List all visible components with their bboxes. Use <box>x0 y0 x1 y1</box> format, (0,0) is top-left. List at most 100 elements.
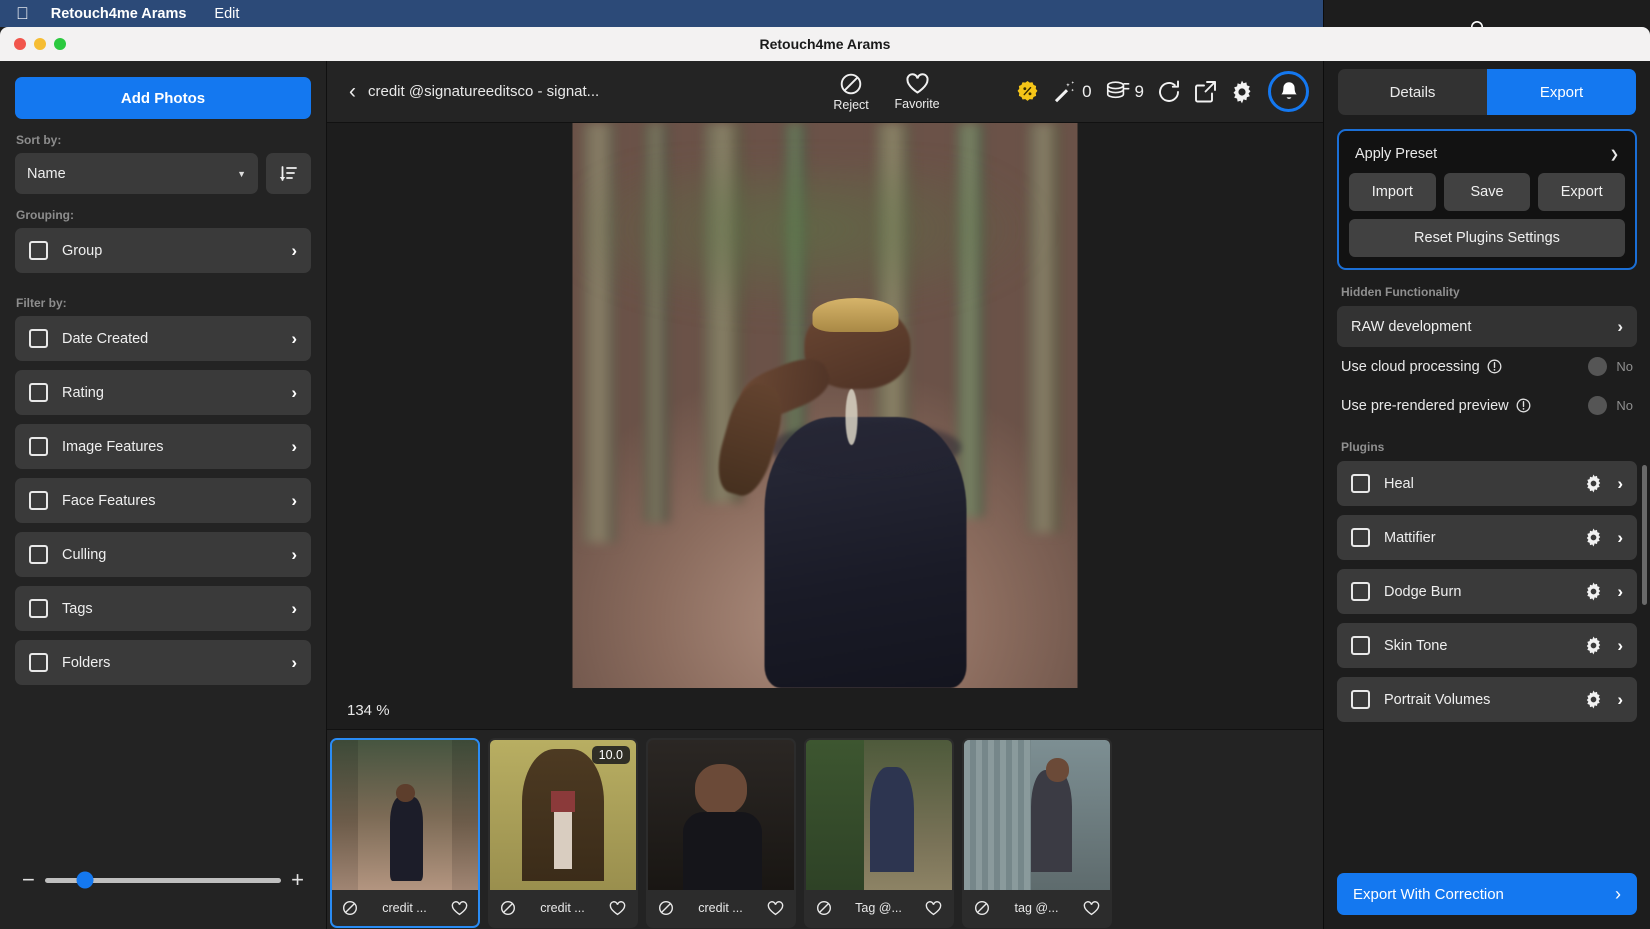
sidebar-item-folders[interactable]: Folders › <box>15 640 311 685</box>
reject-icon[interactable] <box>500 900 516 916</box>
apple-menu-icon[interactable]:  <box>16 5 29 22</box>
chevron-right-icon: › <box>291 436 297 456</box>
reject-icon[interactable] <box>816 900 832 916</box>
heart-icon[interactable] <box>609 900 626 916</box>
filmstrip[interactable]: credit ... 10.0 credit ... credit ... Ta… <box>327 729 1323 929</box>
sidebar-item-rating[interactable]: Rating › <box>15 370 311 415</box>
reject-icon <box>840 73 862 94</box>
preset-save-button[interactable]: Save <box>1443 173 1531 211</box>
use-cloud-processing-row[interactable]: Use cloud processing No <box>1324 347 1650 386</box>
heart-icon[interactable] <box>925 900 942 916</box>
gear-icon[interactable] <box>1584 690 1603 709</box>
heart-icon[interactable] <box>451 900 468 916</box>
open-external-icon[interactable] <box>1194 80 1217 103</box>
preview-image[interactable] <box>572 123 1078 688</box>
checkbox-mattifier[interactable] <box>1351 528 1370 547</box>
chevron-down-icon: ▼ <box>237 168 246 179</box>
checkbox-tags[interactable] <box>29 599 48 618</box>
info-icon[interactable] <box>1487 359 1502 374</box>
grouping-label: Grouping: <box>16 208 74 222</box>
info-icon[interactable] <box>1516 398 1531 413</box>
filmstrip-item[interactable]: credit ... <box>330 738 480 928</box>
gear-icon[interactable] <box>1584 528 1603 547</box>
percent-badge-icon[interactable] <box>1016 80 1039 103</box>
gear-icon[interactable] <box>1584 474 1603 493</box>
chevron-right-icon: › <box>291 490 297 510</box>
checkbox-portrait-volumes[interactable] <box>1351 690 1370 709</box>
reject-icon[interactable] <box>342 900 358 916</box>
filmstrip-item[interactable]: tag @... <box>962 738 1112 928</box>
checkbox-face-features[interactable] <box>29 491 48 510</box>
sort-direction-button[interactable] <box>266 153 311 194</box>
plugins-scrollbar[interactable] <box>1642 465 1647 605</box>
menubar-item-edit[interactable]: Edit <box>214 6 239 22</box>
plugin-label: Portrait Volumes <box>1384 691 1491 708</box>
sort-by-select[interactable]: Name ▼ <box>15 153 258 194</box>
thumbnail-image <box>806 740 952 890</box>
use-pre-rendered-preview-toggle[interactable]: No <box>1588 396 1633 415</box>
sidebar-item-image-features[interactable]: Image Features › <box>15 424 311 469</box>
preset-import-button[interactable]: Import <box>1349 173 1436 211</box>
checkbox-group[interactable] <box>29 241 48 260</box>
sidebar-item-tags[interactable]: Tags › <box>15 586 311 631</box>
export-with-correction-button[interactable]: Export With Correction › <box>1337 873 1637 915</box>
retouch-count[interactable]: 0 <box>1052 80 1092 103</box>
use-cloud-processing-toggle[interactable]: No <box>1588 357 1633 376</box>
heart-icon[interactable] <box>767 900 784 916</box>
filmstrip-item[interactable]: credit ... <box>646 738 796 928</box>
apply-preset-header[interactable]: Apply Preset ❯ <box>1349 141 1625 173</box>
raw-development-row[interactable]: RAW development › <box>1337 306 1637 347</box>
slider-thumb[interactable] <box>76 871 94 889</box>
menubar-app-name[interactable]: Retouch4me Arams <box>51 6 187 22</box>
reject-icon[interactable] <box>974 900 990 916</box>
use-pre-rendered-preview-row[interactable]: Use pre-rendered preview No <box>1324 386 1650 425</box>
plugins-list[interactable]: Heal › Mattifier › Dodge Burn › Skin Ton… <box>1324 461 1650 865</box>
plugin-item-skin-tone[interactable]: Skin Tone › <box>1337 623 1637 668</box>
credits-count[interactable]: 9 <box>1105 80 1144 103</box>
checkbox-skin-tone[interactable] <box>1351 636 1370 655</box>
plugin-item-heal[interactable]: Heal › <box>1337 461 1637 506</box>
checkbox-heal[interactable] <box>1351 474 1370 493</box>
sidebar-item-face-features[interactable]: Face Features › <box>15 478 311 523</box>
gear-icon[interactable] <box>1230 80 1254 104</box>
checkbox-image-features[interactable] <box>29 437 48 456</box>
reject-button[interactable]: Reject <box>818 72 884 112</box>
notifications-button[interactable] <box>1268 71 1309 112</box>
chevron-right-icon: › <box>291 382 297 402</box>
tab-export[interactable]: Export <box>1487 69 1636 115</box>
gear-icon[interactable] <box>1584 582 1603 601</box>
reset-plugins-settings-button[interactable]: Reset Plugins Settings <box>1349 219 1625 257</box>
checkbox-culling[interactable] <box>29 545 48 564</box>
chevron-right-icon: › <box>1617 581 1623 601</box>
back-button[interactable]: ‹ <box>341 80 368 104</box>
plugin-item-dodge-burn[interactable]: Dodge Burn › <box>1337 569 1637 614</box>
tab-details[interactable]: Details <box>1338 69 1487 115</box>
apply-preset-panel: Apply Preset ❯ Import Save Export Reset … <box>1337 129 1637 270</box>
preset-export-button[interactable]: Export <box>1538 173 1626 211</box>
checkbox-date-created[interactable] <box>29 329 48 348</box>
plugin-item-portrait-volumes[interactable]: Portrait Volumes › <box>1337 677 1637 722</box>
filmstrip-item[interactable]: Tag @... <box>804 738 954 928</box>
plugin-item-mattifier[interactable]: Mattifier › <box>1337 515 1637 560</box>
filmstrip-item[interactable]: 10.0 credit ... <box>488 738 638 928</box>
image-canvas[interactable]: 134 % <box>327 123 1323 729</box>
sidebar-item-culling[interactable]: Culling › <box>15 532 311 577</box>
chevron-right-icon: › <box>1617 473 1623 493</box>
minus-icon[interactable]: − <box>22 869 35 891</box>
sidebar-item-date-created[interactable]: Date Created › <box>15 316 311 361</box>
sidebar-item-group[interactable]: Group › <box>15 228 311 273</box>
add-photos-button[interactable]: Add Photos <box>15 77 311 119</box>
reject-icon[interactable] <box>658 900 674 916</box>
heart-icon <box>906 73 929 94</box>
checkbox-folders[interactable] <box>29 653 48 672</box>
favorite-button[interactable]: Favorite <box>884 72 950 111</box>
thumbnail-size-slider[interactable] <box>44 871 282 889</box>
gear-icon[interactable] <box>1584 636 1603 655</box>
plugin-label: Dodge Burn <box>1384 583 1462 600</box>
heart-icon[interactable] <box>1083 900 1100 916</box>
plus-icon[interactable]: + <box>291 869 304 891</box>
refresh-icon[interactable] <box>1157 80 1181 104</box>
checkbox-dodge-burn[interactable] <box>1351 582 1370 601</box>
checkbox-rating[interactable] <box>29 383 48 402</box>
thumbnail-caption: tag @... <box>1014 901 1059 915</box>
